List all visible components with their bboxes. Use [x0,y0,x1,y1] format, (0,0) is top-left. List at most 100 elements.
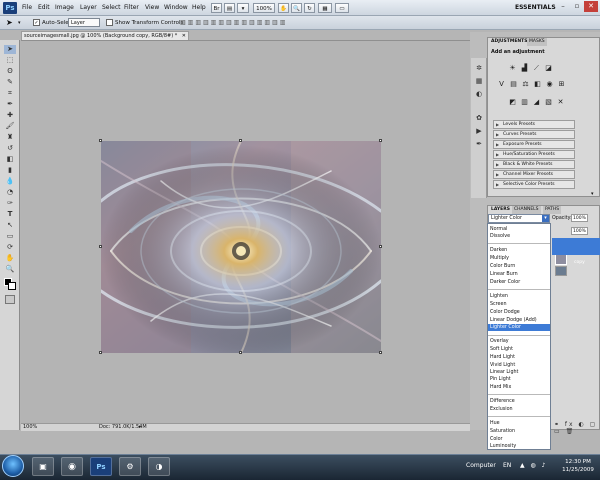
chrome-taskbar-icon[interactable]: ◉ [61,457,83,476]
tab-paths[interactable]: PATHS [543,206,562,214]
brush-tool-icon[interactable]: 🖌 [4,122,16,131]
zoom-level-menu[interactable]: 100% [253,3,275,13]
transform-handle-bottom[interactable] [239,351,242,354]
transform-handle-tl[interactable] [99,139,102,142]
tray-icons[interactable]: ▲ ◍ ♪ [520,462,548,469]
photo-filter-icon[interactable]: ◉ [545,80,554,89]
hue-saturation-icon[interactable]: ▤ [509,80,518,89]
layer-panel-footer-icons[interactable]: ⚭ fx ◐ ▢ ▭ 🗑 [554,421,599,435]
blend-option[interactable]: Hue [488,420,550,427]
levels-presets[interactable]: ▶ Levels Presets [493,120,575,129]
tool-preset-arrow-icon[interactable]: ▾ [18,20,21,26]
selective-color-presets[interactable]: ▶ Selective Color Presets [493,180,575,189]
black-white-presets[interactable]: ▶ Black & White Presets [493,160,575,169]
selective-color-icon[interactable]: ✕ [556,98,565,107]
transform-handle-tr[interactable] [379,139,382,142]
black-white-icon[interactable]: ◧ [533,80,542,89]
blend-option[interactable]: Vivid Light [488,362,550,369]
mini-bridge-button[interactable]: ▤ [224,3,235,13]
color-panel-icon[interactable]: ✲ [474,64,484,73]
document-tab[interactable]: sourceimagesmall.jpg @ 100% (Background … [21,31,189,40]
tab-masks[interactable]: MASKS [527,38,547,46]
transform-handle-br[interactable] [379,351,382,354]
blend-mode-arrow-icon[interactable]: ▾ [542,215,549,222]
rotate-view-button[interactable]: ↻ [304,3,315,13]
dodge-tool-icon[interactable]: ◔ [4,188,16,197]
blend-option[interactable]: Screen [488,301,550,308]
blend-option[interactable]: Difference [488,398,550,405]
healing-brush-tool-icon[interactable]: ✚ [4,111,16,120]
layer-thumbnail[interactable] [555,254,567,265]
minimize-button[interactable]: – [556,1,570,12]
blend-option[interactable]: Darker Color [488,279,550,286]
menu-edit[interactable]: Edit [38,4,50,11]
menu-window[interactable]: Window [164,4,188,11]
blend-option[interactable]: Dissolve [488,233,550,240]
extras-button[interactable]: ▾ [237,3,249,13]
align-buttons-icon[interactable]: ▥▥▥▥▥▥▥▥▥▥▥▥▥▥ [180,19,287,26]
invert-icon[interactable]: ◩ [508,98,517,107]
levels-icon[interactable]: ▟ [520,64,529,73]
blend-option[interactable]: Hard Light [488,354,550,361]
status-menu-arrow-icon[interactable]: ▸ [139,424,142,431]
auto-select-checkbox[interactable]: ✓ [33,19,40,26]
styles-panel-icon[interactable]: ◐ [474,90,484,99]
transform-handle-top[interactable] [239,139,242,142]
blend-option[interactable]: Exclusion [488,406,550,413]
transform-handle-left[interactable] [99,245,102,248]
blend-option[interactable]: Linear Burn [488,271,550,278]
status-zoom[interactable]: 100% [23,424,37,431]
lasso-tool-icon[interactable]: ʘ [4,67,16,76]
taskbar-clock[interactable]: 12:30 PM 11/25/2009 [558,458,598,474]
blend-option[interactable]: Hard Mix [488,384,550,391]
explorer-taskbar-icon[interactable]: ▣ [32,457,54,476]
computer-toolbar-label[interactable]: Computer [466,462,496,469]
blend-option[interactable]: Color Dodge [488,309,550,316]
menu-help[interactable]: Help [192,4,206,11]
transform-handle-bl[interactable] [99,351,102,354]
menu-view[interactable]: View [145,4,159,11]
blend-option[interactable]: Linear Light [488,369,550,376]
start-button[interactable] [2,455,24,477]
blend-option[interactable]: Linear Dodge (Add) [488,317,550,324]
shape-tool-icon[interactable]: ▭ [4,232,16,241]
curves-presets[interactable]: ▶ Curves Presets [493,130,575,139]
swirl-image-canvas[interactable] [101,141,381,353]
blend-option[interactable]: Multiply [488,255,550,262]
actions-panel-icon[interactable]: ▶ [474,127,484,136]
posterize-icon[interactable]: ▥ [520,98,529,107]
blend-option[interactable]: Saturation [488,428,550,435]
exposure-icon[interactable]: ◪ [544,64,553,73]
crop-tool-icon[interactable]: ⌗ [4,89,16,98]
workspace-switcher[interactable]: ESSENTIALS [515,4,556,11]
opacity-input[interactable]: 100% [571,214,588,222]
menu-file[interactable]: File [22,4,32,11]
eyedropper-tool-icon[interactable]: ✒ [4,100,16,109]
channel-mixer-presets[interactable]: ▶ Channel Mixer Presets [493,170,575,179]
menu-select[interactable]: Select [102,4,121,11]
gradient-map-icon[interactable]: ▧ [544,98,553,107]
move-tool-icon[interactable]: ➤ [4,45,16,54]
blend-option[interactable]: Soft Light [488,346,550,353]
history-brush-tool-icon[interactable]: ↺ [4,144,16,153]
media-taskbar-icon[interactable]: ◑ [148,457,170,476]
zoom-tool-button[interactable]: 🔍 [291,3,302,13]
type-tool-icon[interactable]: T [4,210,16,219]
blend-option[interactable]: Overlay [488,338,550,345]
background-layer-thumbnail[interactable] [555,266,567,276]
blend-mode-dropdown[interactable]: Lighter Color [488,214,550,223]
hand-tool-icon[interactable]: ✋ [4,254,16,263]
close-button[interactable]: ✕ [584,1,598,12]
color-balance-icon[interactable]: ⚖ [521,80,530,89]
show-transform-checkbox[interactable] [106,19,113,26]
auto-select-dropdown[interactable]: Layer [68,18,100,27]
fill-input[interactable]: 100% [571,227,588,235]
channel-mixer-icon[interactable]: ⊞ [557,80,566,89]
tab-layers[interactable]: LAYERS [489,206,512,214]
curves-icon[interactable]: ⟋ [532,64,541,73]
blend-option[interactable]: Normal [488,226,550,233]
history-panel-icon[interactable]: ✿ [474,114,484,123]
move-tool-icon[interactable]: ➤ [6,18,13,27]
3d-rotate-tool-icon[interactable]: ⟳ [4,243,16,252]
path-selection-tool-icon[interactable]: ↖ [4,221,16,230]
